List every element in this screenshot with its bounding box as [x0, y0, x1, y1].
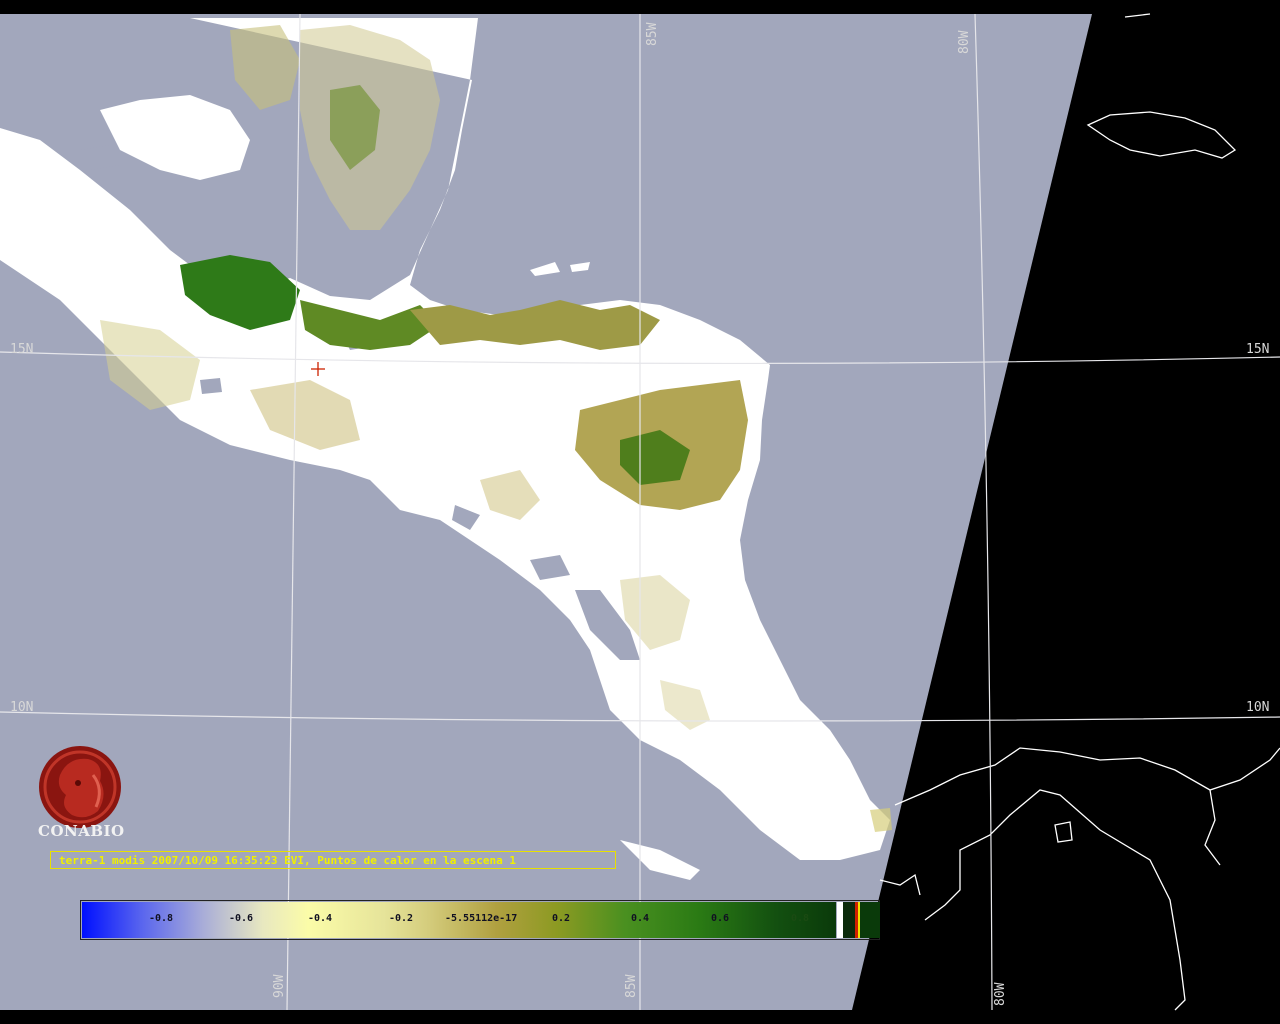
colorbar-tick-label: -0.6 — [229, 913, 254, 924]
colorbar-tick-label: -0.8 — [149, 913, 174, 924]
colorbar-tick-label: 0.4 — [631, 913, 650, 924]
evi-colorbar: -0.8 -0.6 -0.4 -0.2 -5.55112e-17 0.2 0.4… — [80, 900, 880, 940]
lon-label-80w-top: 80W — [957, 30, 972, 54]
lon-label-90w-bottom: 90W — [272, 974, 287, 998]
lon-label-85w-top: 85W — [645, 22, 660, 46]
colorbar-tick-label: -0.4 — [308, 913, 333, 924]
colorbar-tick-label: 0.6 — [711, 913, 730, 924]
lat-label-15n-left: 15N — [10, 342, 34, 357]
colorbar-end-dark2 — [860, 902, 880, 938]
lon-label-85w-bottom: 85W — [624, 974, 639, 998]
satellite-map — [0, 0, 1280, 1024]
lon-label-80w-bottom: 80W — [993, 982, 1008, 1006]
lat-label-10n-left: 10N — [10, 700, 34, 715]
colorbar-tick-label: -5.55112e-17 — [445, 913, 518, 924]
colorbar-end-dark — [843, 902, 855, 938]
colorbar-tick-label: 0.8 — [791, 913, 810, 924]
colorbar-tick-label: 0.2 — [552, 913, 571, 924]
colorbar-tick-label: -0.2 — [389, 913, 414, 924]
conabio-logo-text: CONABIO — [38, 822, 125, 840]
image-caption: terra-1 modis 2007/10/09 16:35:23 EVI, P… — [50, 851, 616, 869]
lat-label-10n-right: 10N — [1246, 700, 1270, 715]
lat-label-15n-right: 15N — [1246, 342, 1270, 357]
